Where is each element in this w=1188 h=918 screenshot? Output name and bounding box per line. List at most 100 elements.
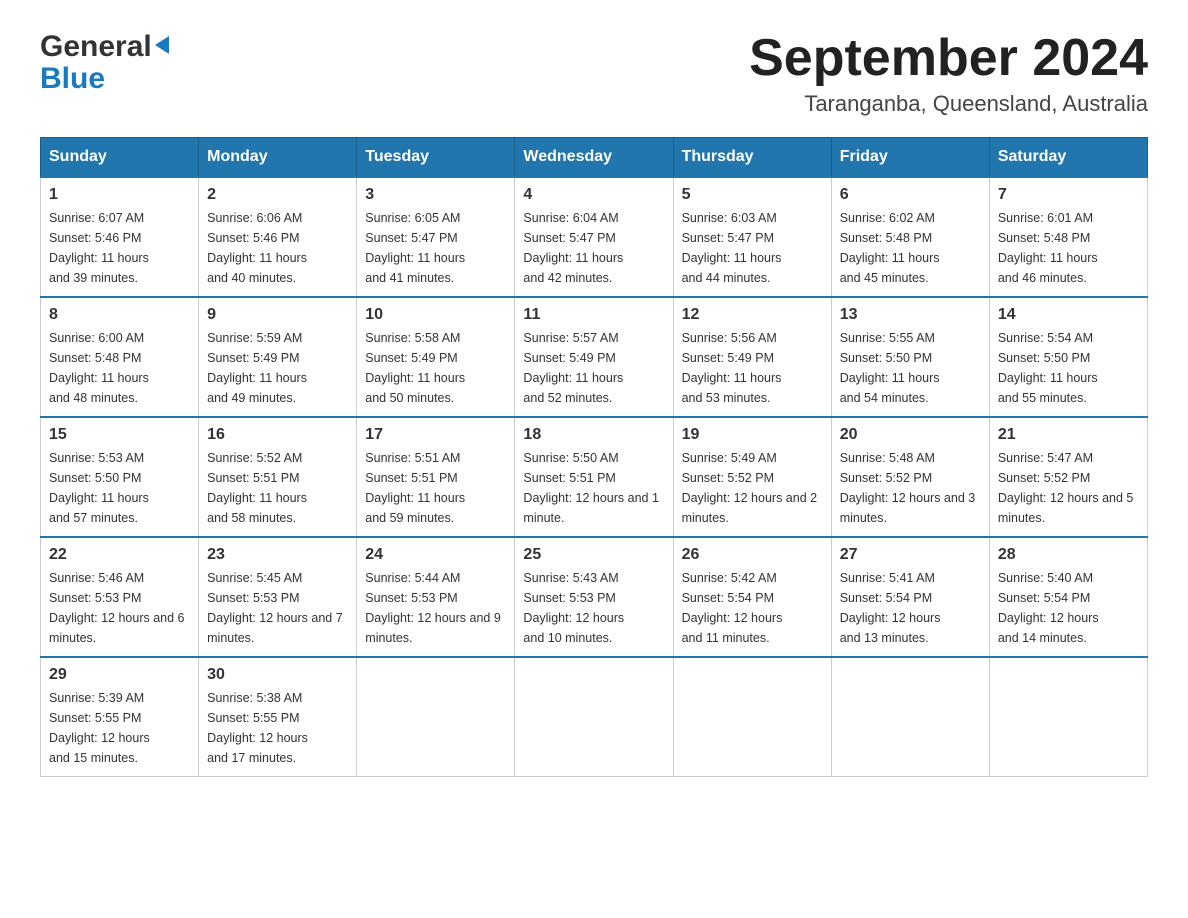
header-sunday: Sunday: [41, 138, 199, 178]
day-number: 27: [840, 546, 981, 564]
calendar-week-row: 29 Sunrise: 5:39 AM Sunset: 5:55 PM Dayl…: [41, 657, 1148, 777]
day-number: 16: [207, 426, 348, 444]
table-row: 18 Sunrise: 5:50 AM Sunset: 5:51 PM Dayl…: [515, 417, 673, 537]
table-row: [673, 657, 831, 777]
table-row: 1 Sunrise: 6:07 AM Sunset: 5:46 PM Dayli…: [41, 177, 199, 297]
table-row: 17 Sunrise: 5:51 AM Sunset: 5:51 PM Dayl…: [357, 417, 515, 537]
day-info: Sunrise: 5:55 AM Sunset: 5:50 PM Dayligh…: [840, 328, 981, 408]
day-number: 22: [49, 546, 190, 564]
day-number: 28: [998, 546, 1139, 564]
page-header: General Blue September 2024 Taranganba, …: [40, 30, 1148, 117]
header-friday: Friday: [831, 138, 989, 178]
month-title: September 2024: [749, 30, 1148, 87]
day-info: Sunrise: 5:51 AM Sunset: 5:51 PM Dayligh…: [365, 448, 506, 528]
weekday-header-row: Sunday Monday Tuesday Wednesday Thursday…: [41, 138, 1148, 178]
day-number: 2: [207, 186, 348, 204]
header-saturday: Saturday: [989, 138, 1147, 178]
day-info: Sunrise: 5:58 AM Sunset: 5:49 PM Dayligh…: [365, 328, 506, 408]
day-number: 11: [523, 306, 664, 324]
table-row: [831, 657, 989, 777]
table-row: 2 Sunrise: 6:06 AM Sunset: 5:46 PM Dayli…: [199, 177, 357, 297]
day-info: Sunrise: 6:03 AM Sunset: 5:47 PM Dayligh…: [682, 208, 823, 288]
day-number: 3: [365, 186, 506, 204]
day-info: Sunrise: 5:38 AM Sunset: 5:55 PM Dayligh…: [207, 688, 348, 768]
location-title: Taranganba, Queensland, Australia: [749, 91, 1148, 117]
day-info: Sunrise: 6:05 AM Sunset: 5:47 PM Dayligh…: [365, 208, 506, 288]
day-info: Sunrise: 5:56 AM Sunset: 5:49 PM Dayligh…: [682, 328, 823, 408]
table-row: 20 Sunrise: 5:48 AM Sunset: 5:52 PM Dayl…: [831, 417, 989, 537]
day-number: 14: [998, 306, 1139, 324]
table-row: 10 Sunrise: 5:58 AM Sunset: 5:49 PM Dayl…: [357, 297, 515, 417]
logo: General Blue: [40, 30, 169, 96]
table-row: 15 Sunrise: 5:53 AM Sunset: 5:50 PM Dayl…: [41, 417, 199, 537]
table-row: 28 Sunrise: 5:40 AM Sunset: 5:54 PM Dayl…: [989, 537, 1147, 657]
day-number: 13: [840, 306, 981, 324]
day-number: 30: [207, 666, 348, 684]
table-row: 9 Sunrise: 5:59 AM Sunset: 5:49 PM Dayli…: [199, 297, 357, 417]
logo-blue-text: Blue: [40, 62, 169, 96]
calendar-week-row: 8 Sunrise: 6:00 AM Sunset: 5:48 PM Dayli…: [41, 297, 1148, 417]
day-number: 9: [207, 306, 348, 324]
day-number: 7: [998, 186, 1139, 204]
table-row: 6 Sunrise: 6:02 AM Sunset: 5:48 PM Dayli…: [831, 177, 989, 297]
header-wednesday: Wednesday: [515, 138, 673, 178]
table-row: 13 Sunrise: 5:55 AM Sunset: 5:50 PM Dayl…: [831, 297, 989, 417]
table-row: 11 Sunrise: 5:57 AM Sunset: 5:49 PM Dayl…: [515, 297, 673, 417]
table-row: 23 Sunrise: 5:45 AM Sunset: 5:53 PM Dayl…: [199, 537, 357, 657]
day-info: Sunrise: 5:49 AM Sunset: 5:52 PM Dayligh…: [682, 448, 823, 528]
day-number: 20: [840, 426, 981, 444]
table-row: 22 Sunrise: 5:46 AM Sunset: 5:53 PM Dayl…: [41, 537, 199, 657]
calendar-week-row: 15 Sunrise: 5:53 AM Sunset: 5:50 PM Dayl…: [41, 417, 1148, 537]
day-info: Sunrise: 5:42 AM Sunset: 5:54 PM Dayligh…: [682, 568, 823, 648]
day-number: 19: [682, 426, 823, 444]
day-info: Sunrise: 5:54 AM Sunset: 5:50 PM Dayligh…: [998, 328, 1139, 408]
day-number: 4: [523, 186, 664, 204]
table-row: 27 Sunrise: 5:41 AM Sunset: 5:54 PM Dayl…: [831, 537, 989, 657]
day-number: 1: [49, 186, 190, 204]
day-number: 8: [49, 306, 190, 324]
day-number: 29: [49, 666, 190, 684]
day-info: Sunrise: 5:53 AM Sunset: 5:50 PM Dayligh…: [49, 448, 190, 528]
day-info: Sunrise: 5:52 AM Sunset: 5:51 PM Dayligh…: [207, 448, 348, 528]
table-row: 25 Sunrise: 5:43 AM Sunset: 5:53 PM Dayl…: [515, 537, 673, 657]
table-row: [989, 657, 1147, 777]
table-row: [515, 657, 673, 777]
calendar-week-row: 1 Sunrise: 6:07 AM Sunset: 5:46 PM Dayli…: [41, 177, 1148, 297]
table-row: 16 Sunrise: 5:52 AM Sunset: 5:51 PM Dayl…: [199, 417, 357, 537]
day-info: Sunrise: 5:48 AM Sunset: 5:52 PM Dayligh…: [840, 448, 981, 528]
day-info: Sunrise: 5:47 AM Sunset: 5:52 PM Dayligh…: [998, 448, 1139, 528]
table-row: 3 Sunrise: 6:05 AM Sunset: 5:47 PM Dayli…: [357, 177, 515, 297]
header-tuesday: Tuesday: [357, 138, 515, 178]
calendar-table: Sunday Monday Tuesday Wednesday Thursday…: [40, 137, 1148, 777]
table-row: 7 Sunrise: 6:01 AM Sunset: 5:48 PM Dayli…: [989, 177, 1147, 297]
table-row: 4 Sunrise: 6:04 AM Sunset: 5:47 PM Dayli…: [515, 177, 673, 297]
day-number: 21: [998, 426, 1139, 444]
day-info: Sunrise: 5:43 AM Sunset: 5:53 PM Dayligh…: [523, 568, 664, 648]
day-info: Sunrise: 5:40 AM Sunset: 5:54 PM Dayligh…: [998, 568, 1139, 648]
day-info: Sunrise: 6:00 AM Sunset: 5:48 PM Dayligh…: [49, 328, 190, 408]
day-info: Sunrise: 5:44 AM Sunset: 5:53 PM Dayligh…: [365, 568, 506, 648]
table-row: 12 Sunrise: 5:56 AM Sunset: 5:49 PM Dayl…: [673, 297, 831, 417]
day-number: 12: [682, 306, 823, 324]
table-row: 30 Sunrise: 5:38 AM Sunset: 5:55 PM Dayl…: [199, 657, 357, 777]
day-number: 5: [682, 186, 823, 204]
table-row: 5 Sunrise: 6:03 AM Sunset: 5:47 PM Dayli…: [673, 177, 831, 297]
table-row: 14 Sunrise: 5:54 AM Sunset: 5:50 PM Dayl…: [989, 297, 1147, 417]
day-number: 10: [365, 306, 506, 324]
logo-arrow-icon: [155, 36, 169, 54]
day-number: 24: [365, 546, 506, 564]
day-number: 15: [49, 426, 190, 444]
day-number: 26: [682, 546, 823, 564]
day-number: 6: [840, 186, 981, 204]
day-number: 25: [523, 546, 664, 564]
table-row: 24 Sunrise: 5:44 AM Sunset: 5:53 PM Dayl…: [357, 537, 515, 657]
day-info: Sunrise: 5:59 AM Sunset: 5:49 PM Dayligh…: [207, 328, 348, 408]
day-info: Sunrise: 6:04 AM Sunset: 5:47 PM Dayligh…: [523, 208, 664, 288]
table-row: 8 Sunrise: 6:00 AM Sunset: 5:48 PM Dayli…: [41, 297, 199, 417]
day-info: Sunrise: 6:07 AM Sunset: 5:46 PM Dayligh…: [49, 208, 190, 288]
day-info: Sunrise: 6:01 AM Sunset: 5:48 PM Dayligh…: [998, 208, 1139, 288]
day-info: Sunrise: 5:39 AM Sunset: 5:55 PM Dayligh…: [49, 688, 190, 768]
header-monday: Monday: [199, 138, 357, 178]
table-row: 19 Sunrise: 5:49 AM Sunset: 5:52 PM Dayl…: [673, 417, 831, 537]
logo-general-text: General: [40, 30, 152, 64]
